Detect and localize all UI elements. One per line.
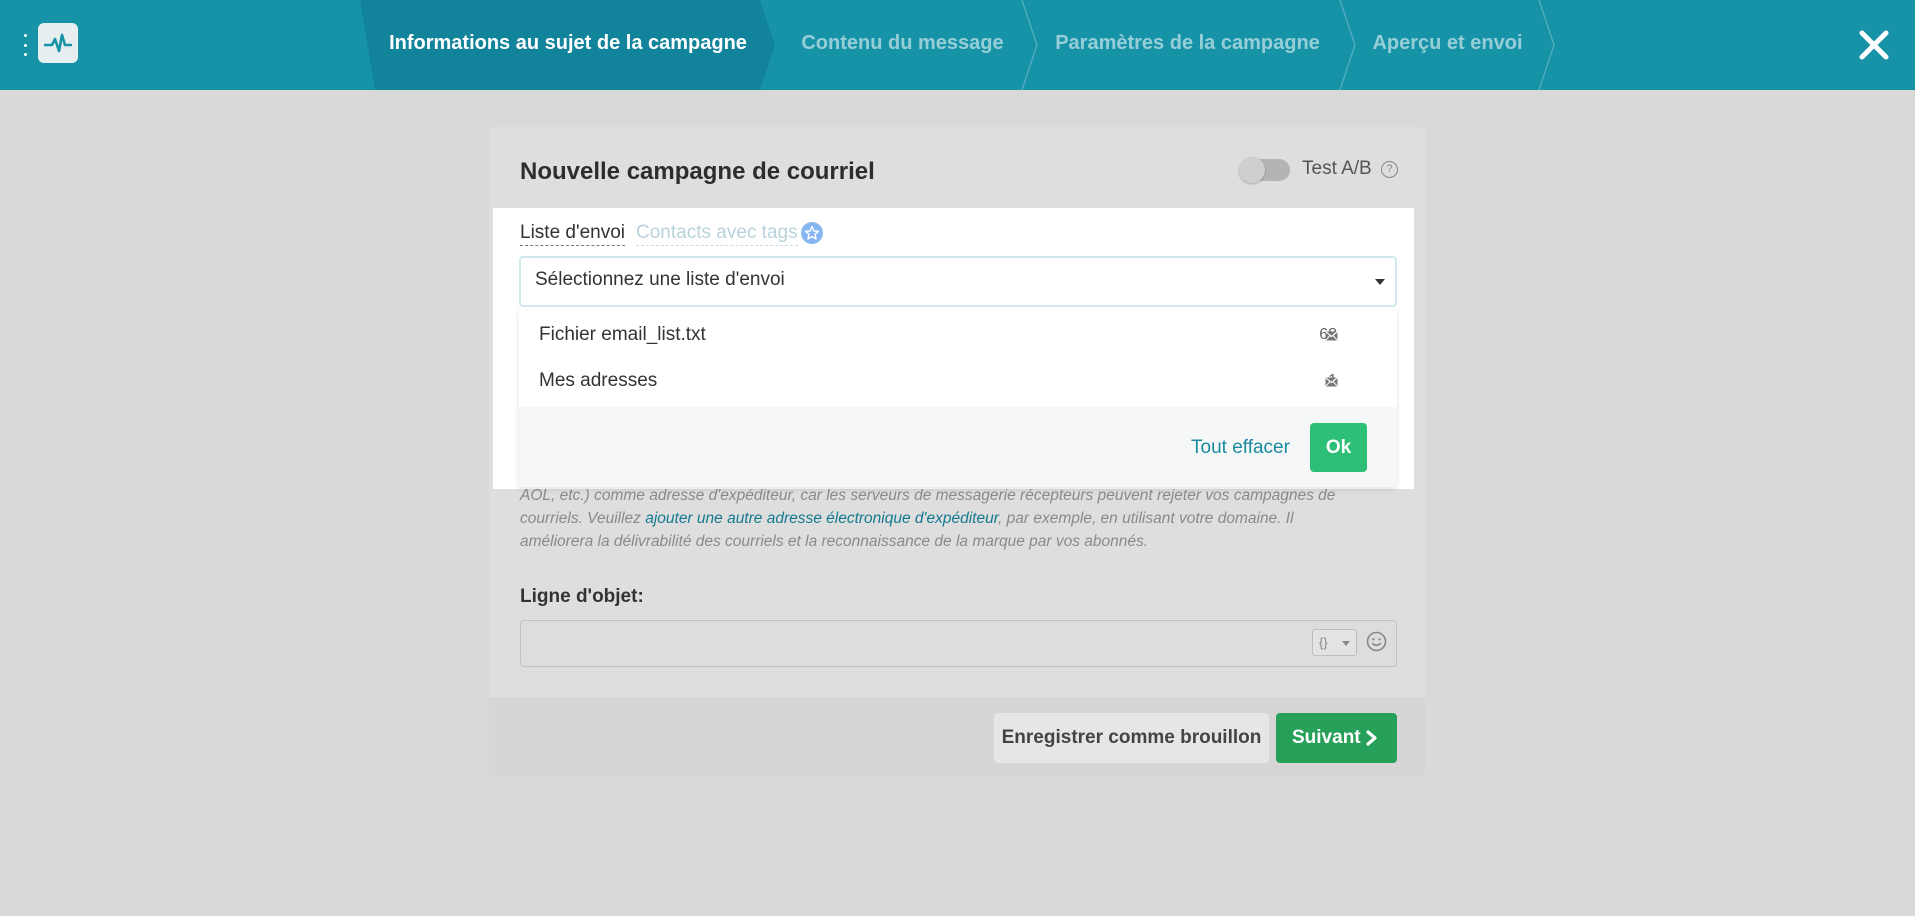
star-icon bbox=[801, 222, 823, 244]
chevron-right-icon bbox=[1366, 730, 1377, 746]
emoji-icon[interactable] bbox=[1366, 631, 1387, 652]
save-draft-button[interactable]: Enregistrer comme brouillon bbox=[994, 713, 1269, 763]
list-item-name: Fichier email_list.txt bbox=[539, 324, 706, 345]
add-sender-address-link[interactable]: ajouter une autre adresse électronique d… bbox=[645, 510, 998, 527]
subject-line-input[interactable] bbox=[520, 620, 1397, 667]
help-icon[interactable]: ? bbox=[1381, 161, 1398, 178]
mailing-list-dropdown: Fichier email_list.txt 68 Mes adresses 1… bbox=[519, 311, 1397, 487]
ok-button[interactable]: Ok bbox=[1310, 423, 1367, 472]
next-button[interactable]: Suivant bbox=[1276, 713, 1397, 763]
insert-variable-button[interactable]: {} bbox=[1312, 629, 1357, 656]
envelope-icon bbox=[1325, 377, 1338, 387]
list-item[interactable]: Fichier email_list.txt 68 bbox=[519, 311, 1397, 357]
ab-test-label: Test A/B bbox=[1302, 158, 1372, 179]
step-preview-send[interactable]: Aperçu et envoi bbox=[1360, 0, 1535, 90]
step-separator bbox=[1538, 0, 1555, 90]
step-separator bbox=[1021, 0, 1038, 90]
sender-notice: AOL, etc.) comme adresse d'expéditeur, c… bbox=[520, 484, 1370, 553]
tab-tagged-contacts[interactable]: Contacts avec tags bbox=[636, 222, 798, 246]
ab-test-toggle[interactable] bbox=[1239, 157, 1290, 183]
step-campaign-info[interactable]: Informations au sujet de la campagne bbox=[378, 0, 758, 90]
top-navigation-bar: Informations au sujet de la campagne Con… bbox=[0, 0, 1915, 90]
mailing-list-select-value: Sélectionnez une liste d'envoi bbox=[535, 269, 785, 290]
tab-mailing-list[interactable]: Liste d'envoi bbox=[520, 222, 626, 246]
list-item[interactable]: Mes adresses 1 bbox=[519, 357, 1397, 403]
step-message-content[interactable]: Contenu du message bbox=[790, 0, 1015, 90]
step-separator bbox=[1339, 0, 1356, 90]
pulse-logo-icon[interactable] bbox=[38, 23, 78, 63]
clear-all-button[interactable]: Tout effacer bbox=[1191, 437, 1290, 459]
envelope-icon bbox=[1325, 331, 1338, 341]
form-title: Nouvelle campagne de courriel bbox=[520, 158, 875, 185]
close-icon[interactable] bbox=[1856, 27, 1892, 63]
step-campaign-settings[interactable]: Paramètres de la campagne bbox=[1050, 0, 1325, 90]
menu-dots-icon[interactable] bbox=[22, 34, 28, 56]
chevron-down-icon[interactable] bbox=[1375, 279, 1385, 285]
next-button-label: Suivant bbox=[1292, 727, 1361, 748]
subject-line-label: Ligne d'objet: bbox=[520, 586, 644, 607]
list-item-name: Mes adresses bbox=[539, 370, 658, 391]
